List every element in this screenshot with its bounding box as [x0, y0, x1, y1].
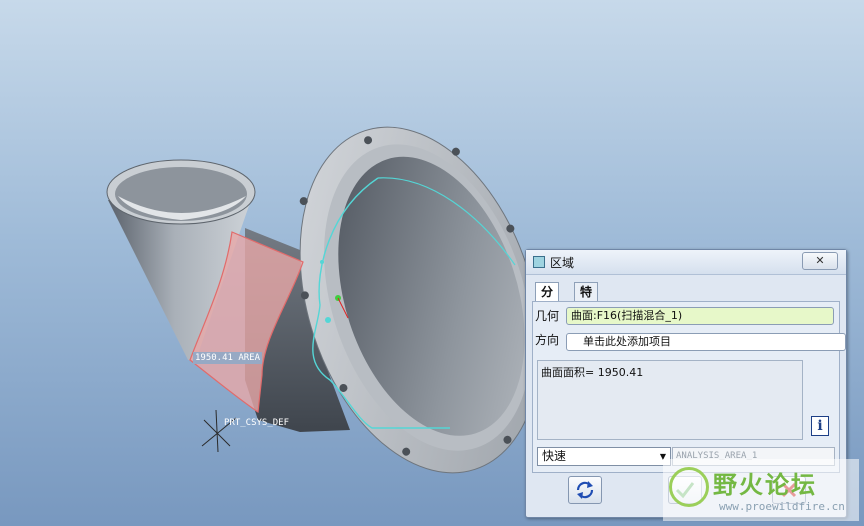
- tab-feature[interactable]: 特征: [574, 282, 599, 317]
- mode-select[interactable]: 快速 ▼: [537, 447, 671, 466]
- direction-field[interactable]: 单击此处添加项目: [566, 333, 846, 351]
- geometry-field[interactable]: 曲面:F16(扫描混合_1): [566, 307, 834, 325]
- mode-select-value: 快速: [542, 449, 567, 463]
- csys-label: PRT_CSYS_DEF: [224, 418, 290, 428]
- close-button[interactable]: ✕: [802, 252, 838, 270]
- analysis-panel: 几何 曲面:F16(扫描混合_1) 方向 单击此处添加项目 曲面面积= 1950…: [532, 301, 846, 473]
- refresh-icon: [576, 481, 594, 499]
- geometry-label: 几何: [535, 309, 560, 323]
- csys-icon: [201, 409, 237, 453]
- watermark-logo: [669, 467, 709, 507]
- surface-area-result: 曲面面积= 1950.41: [541, 366, 644, 379]
- direction-label: 方向: [535, 333, 560, 347]
- dialog-title: 区域: [550, 256, 575, 270]
- watermark: 野火论坛 www.proewildfire.cn: [663, 459, 859, 521]
- watermark-text: 野火论坛: [713, 471, 817, 499]
- repeat-button[interactable]: [568, 476, 602, 504]
- dialog-app-icon: [533, 256, 545, 268]
- area-annotation: 1950.41 AREA: [193, 352, 263, 364]
- info-icon[interactable]: i: [811, 416, 829, 436]
- result-area: 曲面面积= 1950.41: [537, 360, 803, 440]
- dialog-titlebar[interactable]: 区域 ✕: [526, 250, 846, 275]
- tab-analysis[interactable]: 分析: [535, 282, 560, 317]
- watermark-url: www.proewildfire.cn: [719, 500, 845, 513]
